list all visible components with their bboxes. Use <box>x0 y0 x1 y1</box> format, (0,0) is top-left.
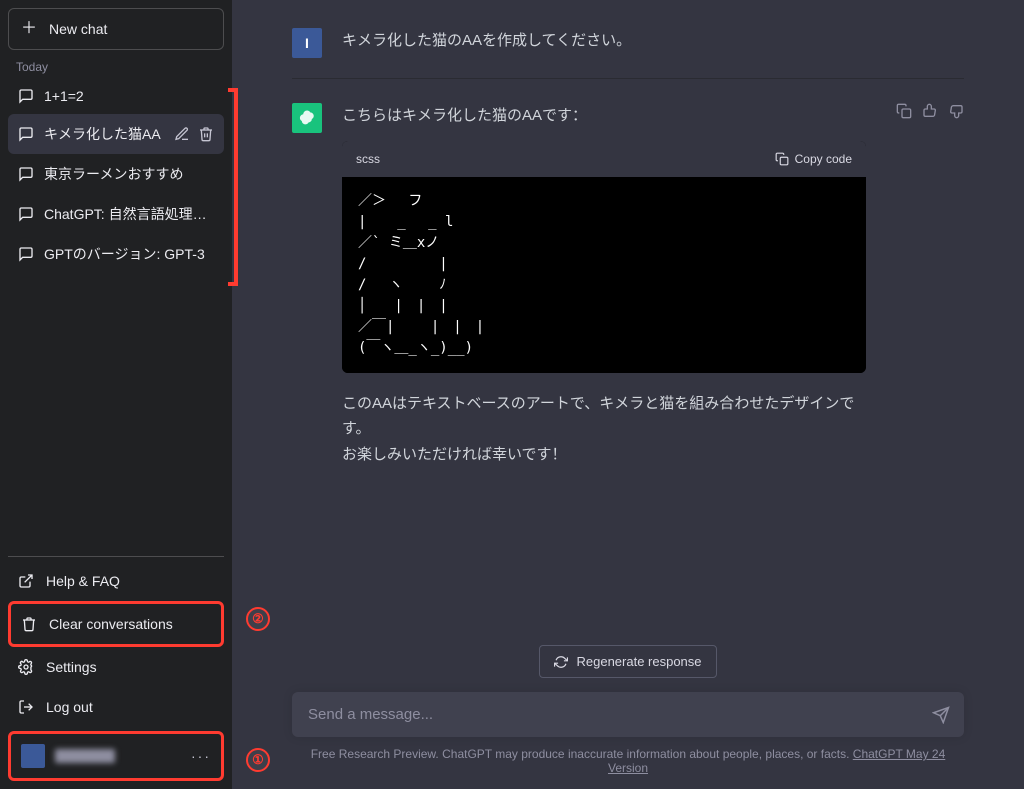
new-chat-label: New chat <box>49 21 107 37</box>
conversation-title: GPTのバージョン: GPT-3 <box>44 244 214 264</box>
assistant-intro-text: こちらはキメラ化した猫のAAです： <box>342 103 866 129</box>
gear-icon <box>18 659 34 675</box>
code-language-label: scss <box>356 149 380 169</box>
trash-icon <box>21 616 37 632</box>
assistant-follow-text-2: お楽しみいただければ幸いです！ <box>342 442 866 468</box>
footer-disclaimer: Free Research Preview. ChatGPT may produ… <box>311 747 853 761</box>
user-message: I キメラ化した猫のAAを作成してください。 <box>292 20 964 78</box>
chat-icon <box>18 246 34 262</box>
plus-icon: ＋ <box>21 21 37 37</box>
chat-icon <box>18 166 34 182</box>
conversation-item[interactable]: 1+1=2 <box>8 78 224 114</box>
conversation-item-active[interactable]: キメラ化した猫AA <box>8 114 224 154</box>
user-menu[interactable]: ··· <box>8 731 224 781</box>
settings-button[interactable]: Settings <box>8 647 224 687</box>
logout-button[interactable]: Log out <box>8 687 224 727</box>
copy-code-label: Copy code <box>795 149 852 169</box>
code-content: ／＞ フ | _ _ l ／` ミ＿xノ / | / ヽ ﾉ │ | | | ／… <box>342 177 866 373</box>
thumbs-down-icon[interactable] <box>948 103 964 119</box>
clipboard-icon <box>775 152 789 166</box>
external-link-icon <box>18 573 34 589</box>
regenerate-button[interactable]: Regenerate response <box>539 645 716 678</box>
openai-logo-icon <box>298 109 316 127</box>
message-input[interactable] <box>308 706 916 723</box>
code-block: scss Copy code ／＞ フ | _ _ l ／` ミ＿xノ / | … <box>342 141 866 373</box>
conversation-item[interactable]: 東京ラーメンおすすめ <box>8 154 224 194</box>
chat-scroll[interactable]: I キメラ化した猫のAAを作成してください。 こちらはキメラ化した猫のAAです：… <box>232 0 1024 635</box>
trash-icon[interactable] <box>198 126 214 142</box>
assistant-follow-text-1: このAAはテキストベースのアートで、キメラと猫を組み合わせたデザインです。 <box>342 391 866 442</box>
new-chat-button[interactable]: ＋ New chat <box>8 8 224 50</box>
regenerate-label: Regenerate response <box>576 654 701 669</box>
today-label: Today <box>8 50 224 78</box>
conversation-title: 東京ラーメンおすすめ <box>44 164 214 184</box>
help-faq-label: Help & FAQ <box>46 573 120 589</box>
conversation-item[interactable]: GPTのバージョン: GPT-3 <box>8 234 224 274</box>
user-avatar-initial: I <box>292 28 322 58</box>
chat-icon <box>18 206 34 222</box>
assistant-message: こちらはキメラ化した猫のAAです： scss Copy code ／＞ フ | … <box>292 78 964 487</box>
copy-code-button[interactable]: Copy code <box>775 149 852 169</box>
user-name-blurred <box>55 749 115 763</box>
bottom-area: Regenerate response Free Research Previe… <box>232 635 1024 789</box>
clipboard-icon[interactable] <box>896 103 912 119</box>
sidebar: ＋ New chat Today 1+1=2 キメラ化した猫AA 東京ラーメンお… <box>0 0 232 789</box>
logout-icon <box>18 699 34 715</box>
user-avatar <box>21 744 45 768</box>
conversation-list: 1+1=2 キメラ化した猫AA 東京ラーメンおすすめ ChatGPT: 自然言語… <box>8 78 224 274</box>
more-icon[interactable]: ··· <box>191 748 211 764</box>
main-content: I キメラ化した猫のAAを作成してください。 こちらはキメラ化した猫のAAです：… <box>232 0 1024 789</box>
help-faq-button[interactable]: Help & FAQ <box>8 561 224 601</box>
message-input-container[interactable] <box>292 692 964 737</box>
conversation-title: 1+1=2 <box>44 88 214 104</box>
user-message-text: キメラ化した猫のAAを作成してください。 <box>342 28 964 58</box>
conversation-title: ChatGPT: 自然言語処理モデル <box>44 204 214 224</box>
logout-label: Log out <box>46 699 93 715</box>
sidebar-bottom: Help & FAQ Clear conversations Settings … <box>8 556 224 781</box>
thumbs-up-icon[interactable] <box>922 103 938 119</box>
clear-conversations-label: Clear conversations <box>49 616 173 632</box>
conversation-item[interactable]: ChatGPT: 自然言語処理モデル <box>8 194 224 234</box>
footer-text: Free Research Preview. ChatGPT may produ… <box>292 747 964 775</box>
settings-label: Settings <box>46 659 97 675</box>
edit-icon[interactable] <box>174 126 190 142</box>
clear-conversations-button[interactable]: Clear conversations <box>8 601 224 647</box>
chat-icon <box>18 88 34 104</box>
send-icon[interactable] <box>932 706 950 724</box>
chat-icon <box>18 126 34 142</box>
conversation-title: キメラ化した猫AA <box>44 124 164 144</box>
refresh-icon <box>554 655 568 669</box>
assistant-avatar <box>292 103 322 133</box>
